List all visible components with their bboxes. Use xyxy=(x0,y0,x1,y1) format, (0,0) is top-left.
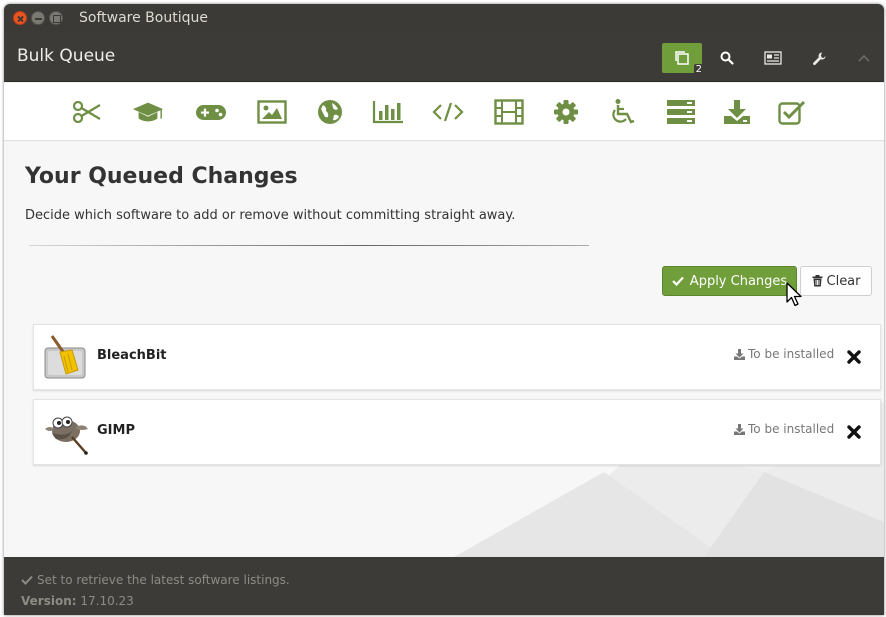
category-more-apps[interactable] xyxy=(721,97,753,127)
queue-button[interactable]: 2 xyxy=(662,43,704,76)
gear-icon xyxy=(554,100,578,124)
app-status: To be installed xyxy=(734,347,834,361)
window-title: Software Boutique xyxy=(79,10,208,26)
film-icon xyxy=(494,99,524,125)
queue-item: GIMP To be installed xyxy=(33,399,881,465)
preferences-button[interactable] xyxy=(799,43,839,73)
wrench-icon xyxy=(812,52,825,65)
close-icon xyxy=(847,425,861,439)
server-icon xyxy=(667,100,695,124)
code-icon xyxy=(432,102,464,122)
queue-count-badge: 2 xyxy=(693,64,704,76)
app-window: Software Boutique Bulk Queue 2 Your Queu… xyxy=(4,4,884,615)
graduation-cap-icon xyxy=(132,102,164,122)
image-icon xyxy=(257,100,287,124)
search-button[interactable] xyxy=(707,43,747,73)
app-status: To be installed xyxy=(734,422,834,436)
apply-changes-label: Apply Changes xyxy=(689,273,788,289)
wheelchair-icon xyxy=(612,99,635,124)
app-status-label: To be installed xyxy=(748,347,835,361)
search-icon xyxy=(720,51,734,65)
clear-label: Clear xyxy=(826,273,861,289)
queue-item: BleachBit To be installed xyxy=(33,324,881,390)
category-system-tools[interactable] xyxy=(550,97,582,127)
close-icon xyxy=(847,350,861,364)
install-icon xyxy=(734,348,745,360)
footer-version: Version: 17.10.23 xyxy=(21,594,134,608)
install-icon xyxy=(734,423,745,435)
gamepad-icon xyxy=(196,105,226,120)
category-sound-video[interactable] xyxy=(493,97,525,127)
footer-status: Set to retrieve the latest software list… xyxy=(21,573,290,587)
remove-button[interactable] xyxy=(844,347,864,367)
gimp-icon xyxy=(45,416,88,455)
category-installed[interactable] xyxy=(776,97,808,127)
globe-icon xyxy=(318,100,342,124)
category-office[interactable] xyxy=(372,97,404,127)
category-graphics[interactable] xyxy=(256,97,288,127)
category-universal-access[interactable] xyxy=(607,97,639,127)
app-name: BleachBit xyxy=(97,348,167,363)
window-minimize-button[interactable] xyxy=(31,11,45,25)
check-icon xyxy=(21,575,33,585)
trash-icon xyxy=(812,275,822,287)
page-description: Decide which software to add or remove w… xyxy=(25,208,516,223)
collapse-button[interactable] xyxy=(844,43,884,73)
window-close-button[interactable] xyxy=(13,11,27,25)
category-accessories[interactable] xyxy=(71,97,103,127)
status-footer: Set to retrieve the latest software list… xyxy=(4,557,884,615)
category-servers[interactable] xyxy=(665,97,697,127)
checkbox-icon xyxy=(778,100,806,125)
category-education[interactable] xyxy=(132,97,164,127)
queue-icon xyxy=(675,51,689,65)
news-icon xyxy=(764,51,782,65)
scissors-icon xyxy=(72,101,101,123)
chevron-up-icon xyxy=(858,54,870,62)
news-button[interactable] xyxy=(753,43,793,73)
version-label: Version: xyxy=(21,594,77,608)
category-games[interactable] xyxy=(195,97,227,127)
window-maximize-button[interactable] xyxy=(49,11,63,25)
apply-changes-button[interactable]: Apply Changes xyxy=(662,266,797,296)
version-value: 17.10.23 xyxy=(80,594,134,608)
category-internet[interactable] xyxy=(314,97,346,127)
mouse-pointer-icon xyxy=(786,282,802,307)
page-title: Bulk Queue xyxy=(17,46,116,66)
download-icon xyxy=(724,100,750,124)
check-icon xyxy=(672,276,684,286)
bar-chart-icon xyxy=(372,101,403,124)
page-heading: Your Queued Changes xyxy=(25,164,298,189)
clear-button[interactable]: Clear xyxy=(800,266,872,296)
title-bar: Software Boutique xyxy=(4,4,884,32)
divider xyxy=(29,245,589,246)
queue-page: Your Queued Changes Decide which softwar… xyxy=(4,142,884,557)
footer-status-text: Set to retrieve the latest software list… xyxy=(37,573,290,587)
category-programming[interactable] xyxy=(432,97,464,127)
bleachbit-icon xyxy=(44,335,86,379)
remove-button[interactable] xyxy=(844,422,864,442)
app-name: GIMP xyxy=(97,423,135,438)
app-status-label: To be installed xyxy=(748,422,835,436)
category-bar xyxy=(4,83,884,141)
header-bar: Bulk Queue 2 xyxy=(4,32,884,82)
